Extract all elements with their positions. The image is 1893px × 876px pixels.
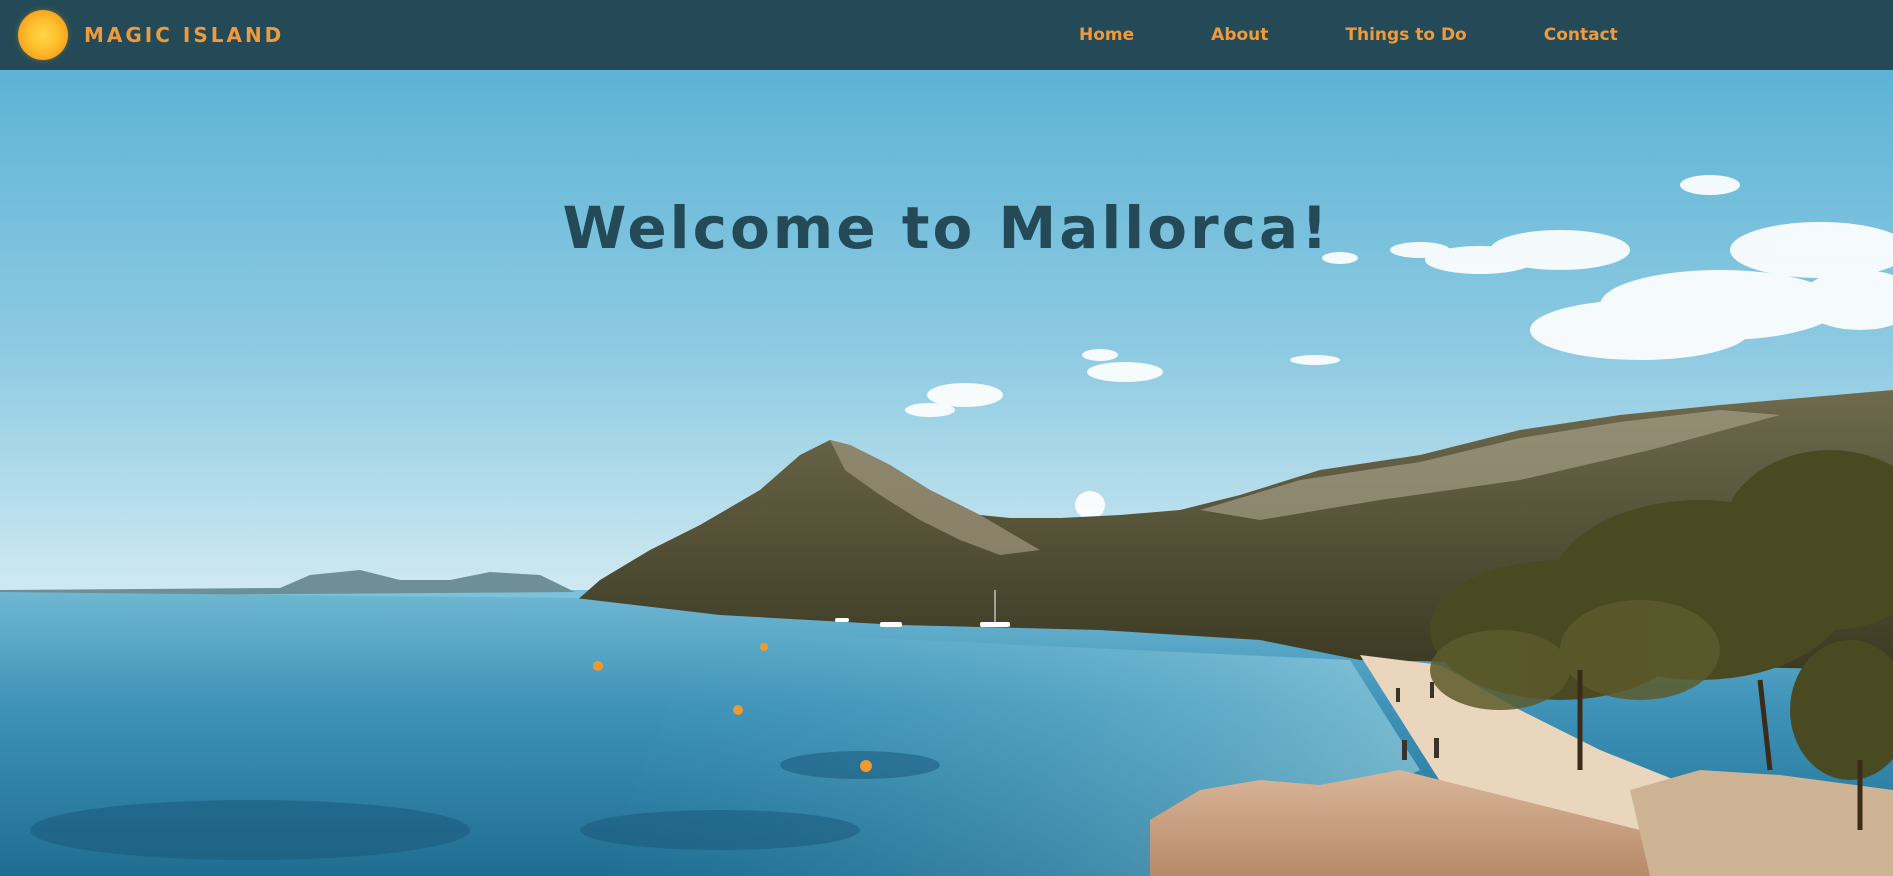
top-navbar: MAGIC ISLAND Home About Things to Do Con… (0, 0, 1893, 70)
sun-icon (18, 10, 68, 60)
hero-title: Welcome to Mallorca! (562, 194, 1331, 262)
nav-link-things-to-do[interactable]: Things to Do (1345, 25, 1466, 45)
nav-link-about[interactable]: About (1211, 25, 1268, 45)
main-nav: Home About Things to Do Contact (1040, 0, 1695, 70)
hero-background-image (0, 70, 1893, 876)
nav-link-home[interactable]: Home (1079, 25, 1134, 45)
brand-name: MAGIC ISLAND (84, 23, 285, 47)
brand[interactable]: MAGIC ISLAND (18, 10, 284, 60)
hero-section: Welcome to Mallorca! (0, 70, 1893, 876)
nav-link-contact[interactable]: Contact (1544, 25, 1618, 45)
